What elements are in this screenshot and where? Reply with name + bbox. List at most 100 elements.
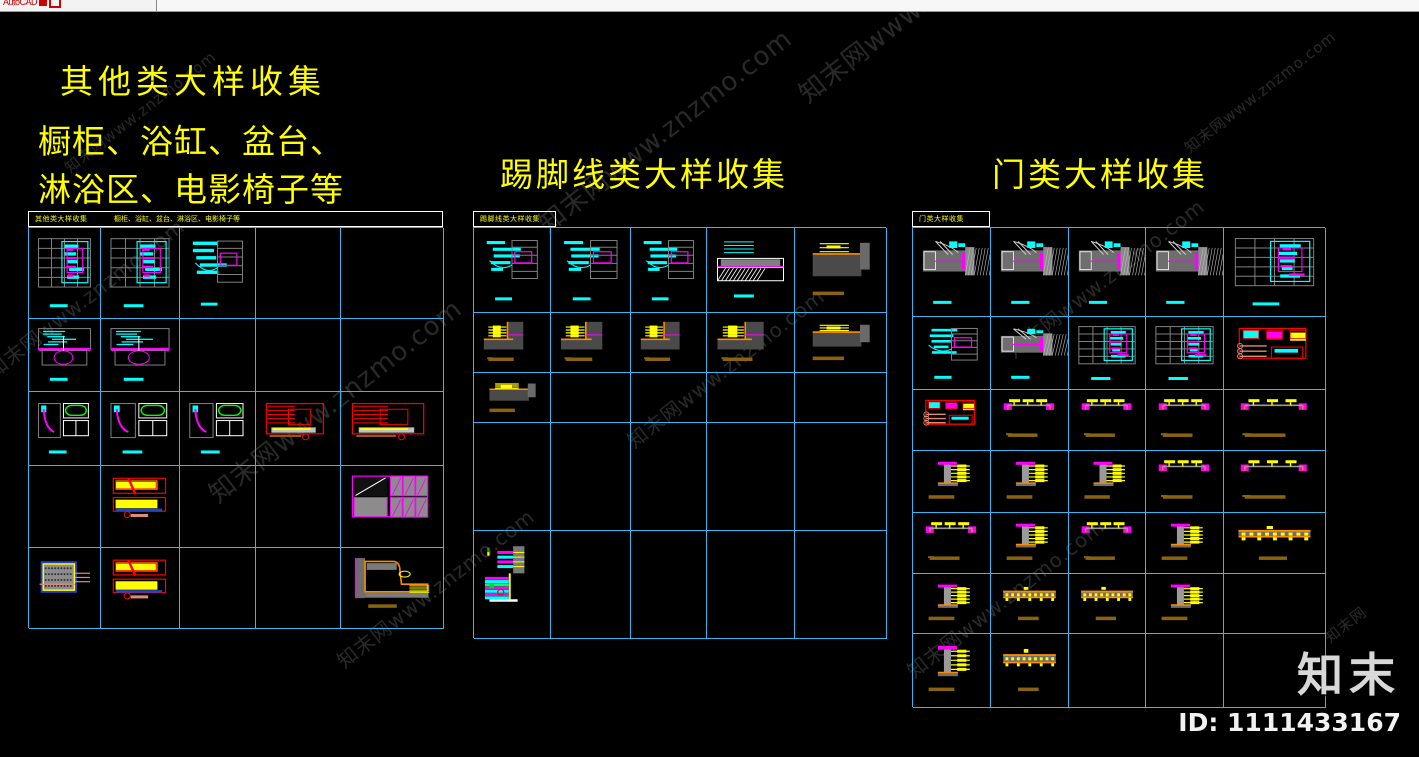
- drawing-cell[interactable]: [913, 390, 991, 451]
- drawing-cell[interactable]: [341, 466, 444, 548]
- drawing-cell[interactable]: [795, 531, 887, 639]
- cad-detail-drawing: [1146, 228, 1223, 316]
- drawing-cell[interactable]: [101, 548, 180, 629]
- drawing-cell[interactable]: [991, 513, 1069, 574]
- drawing-cell[interactable]: [551, 423, 631, 531]
- cad-detail-drawing: [991, 634, 1068, 707]
- drawing-cell[interactable]: [101, 228, 180, 319]
- drawing-cell[interactable]: [991, 317, 1069, 390]
- drawing-cell[interactable]: [101, 392, 180, 466]
- drawing-cell[interactable]: [1146, 317, 1224, 390]
- drawing-cell[interactable]: [707, 531, 795, 639]
- drawing-cell[interactable]: [29, 228, 101, 319]
- drawing-cell[interactable]: [1069, 513, 1146, 574]
- red-square-icon[interactable]: [39, 0, 48, 6]
- drawing-cell[interactable]: [256, 319, 341, 392]
- drawing-cell[interactable]: [1224, 390, 1326, 451]
- drawing-cell[interactable]: [256, 466, 341, 548]
- drawing-cell[interactable]: [101, 319, 180, 392]
- drawing-cell[interactable]: [1224, 317, 1326, 390]
- drawing-cell[interactable]: [913, 317, 991, 390]
- drawing-cell[interactable]: [1146, 451, 1224, 513]
- drawing-cell[interactable]: [29, 466, 101, 548]
- drawing-cell[interactable]: [256, 228, 341, 319]
- drawing-cell[interactable]: [913, 451, 991, 513]
- drawing-cell[interactable]: [180, 548, 256, 629]
- drawing-cell[interactable]: [1069, 317, 1146, 390]
- drawing-cell[interactable]: [1069, 451, 1146, 513]
- drawing-cell[interactable]: [551, 313, 631, 373]
- cad-drawing-canvas[interactable]: 知末网www.znzmo.com 知末网www.znzmo.com 知末网www…: [0, 11, 1419, 757]
- drawing-cell[interactable]: [474, 531, 551, 639]
- titlebar-icon-group[interactable]: AutoCAD: [0, 0, 64, 11]
- red-square-outline-icon[interactable]: [49, 0, 62, 8]
- drawing-cell[interactable]: [474, 313, 551, 373]
- drawing-cell[interactable]: [474, 373, 551, 423]
- drawing-cell[interactable]: [913, 513, 991, 574]
- drawing-cell[interactable]: [631, 313, 707, 373]
- drawing-cell[interactable]: [1069, 634, 1146, 708]
- drawing-cell[interactable]: [795, 423, 887, 531]
- drawing-cell[interactable]: [551, 228, 631, 313]
- drawing-cell[interactable]: [341, 548, 444, 629]
- drawing-cell[interactable]: [180, 319, 256, 392]
- drawing-cell[interactable]: [180, 466, 256, 548]
- drawing-cell[interactable]: [795, 228, 887, 313]
- drawing-cell[interactable]: [180, 392, 256, 466]
- drawing-cell[interactable]: [1224, 513, 1326, 574]
- drawing-cell[interactable]: [1069, 574, 1146, 634]
- cad-detail-drawing: [29, 392, 100, 465]
- drawing-cell[interactable]: [991, 390, 1069, 451]
- drawing-grid-skirting[interactable]: [473, 227, 887, 639]
- drawing-sheet-other-details[interactable]: 其他类大样收集 橱柜、浴缸、盆台、淋浴区、电影椅子等: [28, 211, 444, 629]
- drawing-cell[interactable]: [1224, 574, 1326, 634]
- drawing-cell[interactable]: [256, 548, 341, 629]
- drawing-cell[interactable]: [631, 423, 707, 531]
- drawing-cell[interactable]: [29, 392, 101, 466]
- drawing-cell[interactable]: [1224, 228, 1326, 317]
- drawing-cell[interactable]: [551, 531, 631, 639]
- drawing-cell[interactable]: [1146, 634, 1224, 708]
- cad-detail-drawing: [551, 313, 630, 372]
- drawing-cell[interactable]: [913, 634, 991, 708]
- drawing-cell[interactable]: [991, 574, 1069, 634]
- drawing-cell[interactable]: [631, 373, 707, 423]
- drawing-cell[interactable]: [341, 319, 444, 392]
- drawing-cell[interactable]: [991, 634, 1069, 708]
- drawing-cell[interactable]: [1146, 228, 1224, 317]
- drawing-cell[interactable]: [707, 373, 795, 423]
- drawing-cell[interactable]: [913, 574, 991, 634]
- drawing-cell[interactable]: [101, 466, 180, 548]
- drawing-cell[interactable]: [29, 548, 101, 629]
- drawing-cell[interactable]: [991, 228, 1069, 317]
- drawing-cell[interactable]: [991, 451, 1069, 513]
- drawing-cell[interactable]: [29, 319, 101, 392]
- drawing-cell[interactable]: [1146, 574, 1224, 634]
- drawing-cell[interactable]: [256, 392, 341, 466]
- drawing-cell[interactable]: [913, 228, 991, 317]
- drawing-cell[interactable]: [474, 228, 551, 313]
- drawing-cell[interactable]: [1069, 390, 1146, 451]
- drawing-cell[interactable]: [551, 373, 631, 423]
- drawing-grid-other[interactable]: [28, 227, 444, 629]
- drawing-cell[interactable]: [180, 228, 256, 319]
- drawing-cell[interactable]: [707, 228, 795, 313]
- drawing-cell[interactable]: [795, 313, 887, 373]
- drawing-grid-door[interactable]: [912, 227, 1326, 708]
- drawing-cell[interactable]: [631, 228, 707, 313]
- drawing-cell[interactable]: [341, 392, 444, 466]
- drawing-cell[interactable]: [631, 531, 707, 639]
- drawing-cell[interactable]: [1146, 513, 1224, 574]
- page-title-skirting-details: 踢脚线类大样收集: [500, 155, 788, 194]
- drawing-cell[interactable]: [1146, 390, 1224, 451]
- drawing-cell[interactable]: [1069, 228, 1146, 317]
- drawing-sheet-door-details[interactable]: 门类大样收集: [912, 211, 1326, 708]
- drawing-cell[interactable]: [707, 423, 795, 531]
- drawing-cell[interactable]: [474, 423, 551, 531]
- drawing-sheet-skirting-details[interactable]: 踢脚线类大样收集: [473, 211, 887, 639]
- drawing-cell[interactable]: [341, 228, 444, 319]
- drawing-cell[interactable]: [1224, 451, 1326, 513]
- cad-detail-drawing: [1069, 451, 1145, 512]
- drawing-cell[interactable]: [707, 313, 795, 373]
- drawing-cell[interactable]: [795, 373, 887, 423]
